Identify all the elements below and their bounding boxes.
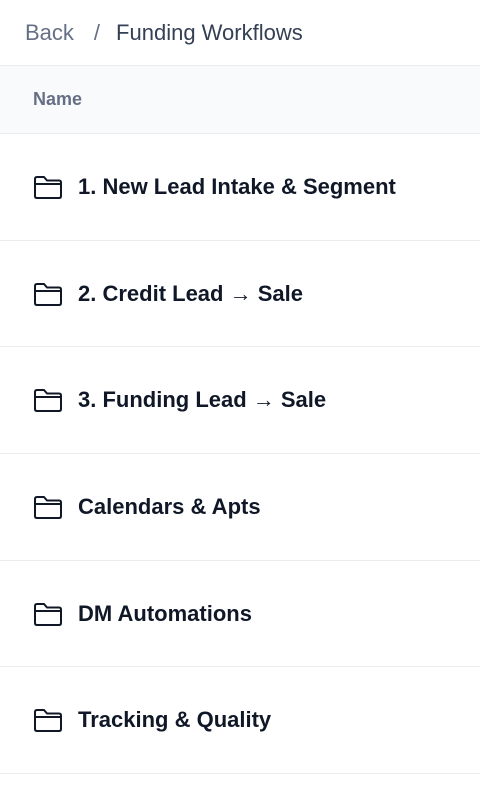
breadcrumb-current: Funding Workflows — [116, 19, 303, 45]
table-row[interactable]: Tracking & Quality — [0, 667, 480, 775]
row-label: 2. Credit Lead → Sale — [78, 280, 303, 306]
table-header: Name — [0, 66, 480, 134]
folder-icon — [33, 494, 63, 520]
folder-icon — [33, 707, 63, 733]
row-label: Tracking & Quality — [78, 707, 272, 733]
folder-icon — [33, 281, 63, 307]
row-label: 3. Funding Lead → Sale — [78, 387, 327, 413]
folder-icon — [33, 387, 63, 413]
table-row[interactable]: 1. New Lead Intake & Segment — [0, 134, 480, 241]
table-row[interactable]: 2. Credit Lead → Sale — [0, 241, 480, 348]
table-row[interactable]: Calendars & Apts — [0, 454, 480, 561]
breadcrumb: Back / Funding Workflows — [0, 0, 480, 66]
folder-icon — [33, 174, 63, 200]
column-header-name[interactable]: Name — [33, 89, 82, 110]
breadcrumb-separator: / — [93, 19, 101, 45]
row-label: DM Automations — [78, 600, 252, 626]
table-row[interactable]: DM Automations — [0, 561, 480, 668]
folder-list: 1. New Lead Intake & Segment 2. Credit L… — [0, 134, 480, 775]
row-label: Calendars & Apts — [78, 493, 261, 519]
back-link[interactable]: Back — [25, 20, 74, 46]
table-row[interactable]: 3. Funding Lead → Sale — [0, 347, 480, 455]
folder-icon — [33, 601, 63, 627]
row-label: 1. New Lead Intake & Segment — [78, 173, 396, 199]
